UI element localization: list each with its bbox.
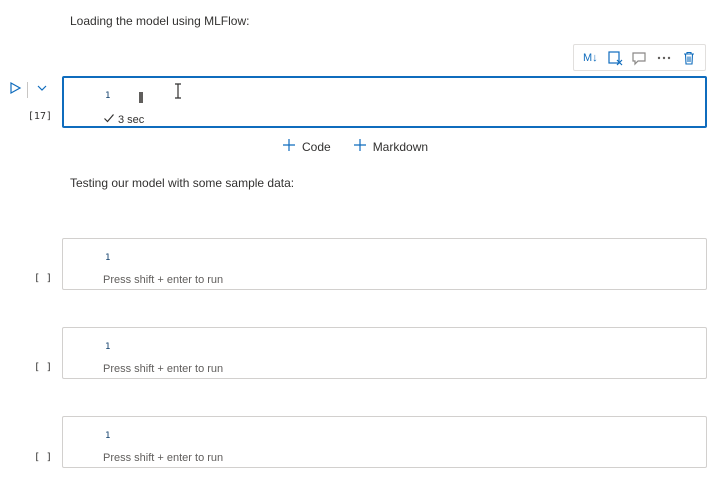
code-cell[interactable]: 1 Press shift + enter to run (62, 327, 707, 379)
execution-count: [ ] (33, 273, 52, 284)
markdown-cell-text: Testing our model with some sample data: (70, 176, 295, 190)
code-cell[interactable]: 1 Press shift + enter to run (62, 238, 707, 290)
add-code-cell-button[interactable]: Code (282, 138, 331, 155)
checkmark-icon (103, 112, 118, 127)
delete-button[interactable] (676, 46, 701, 70)
line-number: 1 (105, 431, 111, 441)
execution-count: [ ] (33, 362, 52, 373)
markdown-cell-text: Loading the model using MLFlow: (70, 14, 250, 28)
text-cursor (139, 92, 143, 103)
clear-output-icon (607, 50, 623, 66)
cell-toolbar: M↓ (573, 44, 706, 71)
plus-icon (282, 138, 302, 155)
execution-count: [17] (27, 111, 52, 122)
play-icon (8, 81, 22, 100)
notebook-page: Loading the model using MLFlow: M↓ [17] … (0, 0, 723, 487)
add-markdown-cell-button[interactable]: Markdown (353, 138, 428, 155)
execution-count: [ ] (33, 452, 52, 463)
run-options-button[interactable] (34, 82, 50, 98)
add-cell-bar: Code Markdown (282, 138, 450, 155)
more-button[interactable] (652, 46, 677, 70)
comment-button[interactable] (627, 46, 652, 70)
add-code-label: Code (302, 139, 331, 154)
add-markdown-label: Markdown (372, 139, 429, 154)
run-hint: Press shift + enter to run (103, 274, 224, 286)
run-cell-button[interactable] (7, 81, 23, 100)
run-hint: Press shift + enter to run (103, 363, 224, 375)
clear-output-button[interactable] (603, 46, 628, 70)
line-number: 1 (105, 253, 111, 263)
more-icon (656, 50, 672, 66)
execution-status: 3 sec (103, 112, 144, 127)
divider (27, 82, 28, 98)
code-cell[interactable]: 1 Press shift + enter to run (62, 416, 707, 468)
code-cell-active[interactable]: 1 3 sec (62, 76, 707, 128)
line-number: 1 (105, 342, 111, 352)
markdown-toggle-button[interactable]: M↓ (578, 46, 603, 70)
mouse-ibeam-cursor-icon (173, 83, 183, 104)
comment-icon (631, 50, 647, 66)
chevron-down-icon (36, 81, 48, 99)
markdown-toggle-icon: M↓ (582, 51, 598, 64)
delete-icon (681, 50, 697, 66)
line-number: 1 (105, 91, 111, 101)
run-hint: Press shift + enter to run (103, 452, 224, 464)
plus-icon (353, 138, 373, 155)
execution-time: 3 sec (118, 113, 145, 126)
cell-run-controls (7, 81, 50, 100)
